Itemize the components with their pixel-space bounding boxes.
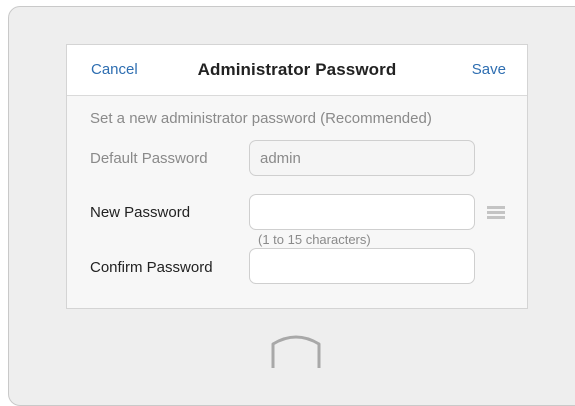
new-password-input[interactable] (249, 194, 475, 230)
confirm-password-input[interactable] (249, 248, 475, 284)
admin-password-dialog: Cancel Administrator Password Save Set a… (66, 44, 528, 309)
dialog-title: Administrator Password (197, 60, 397, 79)
intro-text: Set a new administrator password (Recomm… (90, 110, 432, 127)
dialog-header: Cancel Administrator Password Save (67, 45, 527, 96)
home-icon[interactable] (265, 330, 327, 370)
default-password-label: Default Password (90, 150, 208, 167)
new-password-label: New Password (90, 204, 191, 221)
confirm-password-label: Confirm Password (90, 259, 213, 276)
save-button[interactable]: Save (472, 61, 506, 78)
default-password-field (249, 140, 475, 176)
password-length-hint: (1 to 15 characters) (258, 232, 371, 247)
menu-icon[interactable] (487, 206, 505, 220)
